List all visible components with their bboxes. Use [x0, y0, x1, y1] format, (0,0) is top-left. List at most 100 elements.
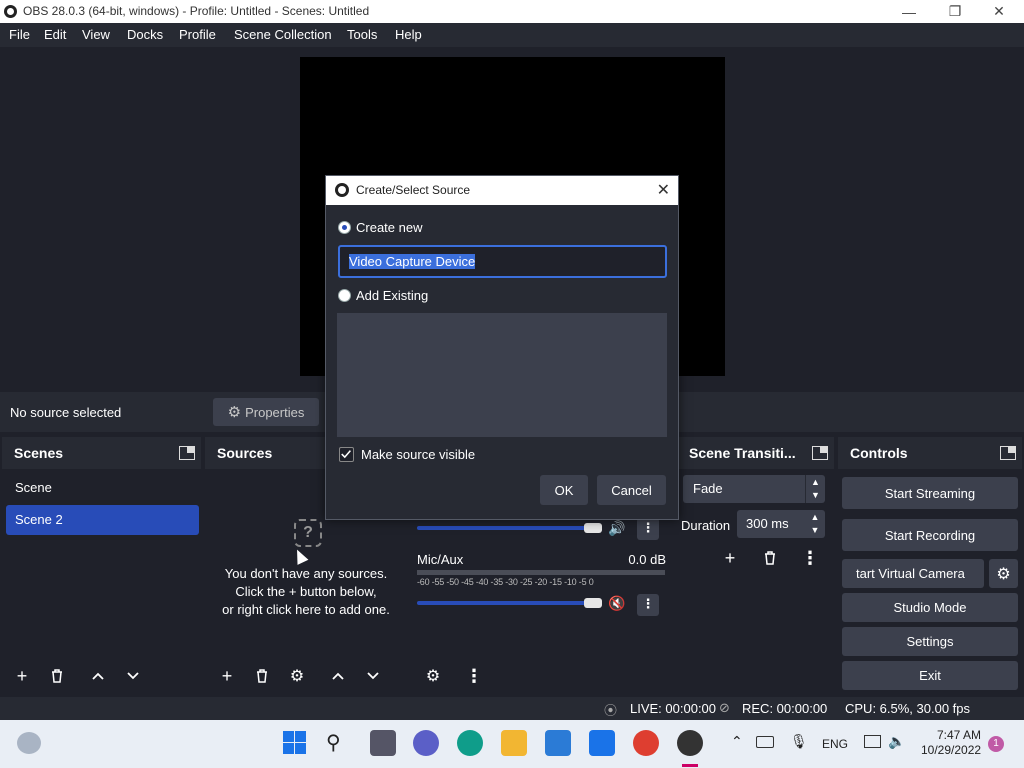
remove-transition-button[interactable]	[755, 545, 785, 571]
start-recording-button[interactable]: Start Recording	[842, 519, 1018, 551]
start-virtual-camera-button[interactable]: tart Virtual Camera	[842, 559, 984, 588]
existing-sources-list[interactable]	[337, 313, 667, 437]
close-window-button[interactable]: ✕	[976, 0, 1022, 23]
windows-start-icon[interactable]	[282, 730, 308, 756]
menu-help[interactable]: Help	[395, 27, 422, 42]
volume-icon[interactable]: 🔈	[888, 733, 905, 750]
properties-button[interactable]: ⚙ Properties	[213, 398, 319, 426]
make-visible-label: Make source visible	[361, 447, 476, 462]
source-properties-button[interactable]: ⚙	[282, 663, 312, 689]
move-source-up-button[interactable]	[323, 663, 353, 689]
mixer-channel-db: 0.0 dB	[628, 552, 666, 567]
task-view-icon[interactable]	[370, 730, 396, 756]
scene-item-selected[interactable]: Scene 2	[6, 505, 199, 535]
chevron-up-icon	[92, 672, 104, 680]
remove-source-button[interactable]	[247, 663, 277, 689]
clock-date: 10/29/2022	[921, 743, 982, 757]
muted-speaker-icon[interactable]: 🔇	[608, 595, 625, 612]
create-new-radio[interactable]	[338, 221, 351, 234]
menu-bar: File Edit View Docks Profile Scene Colle…	[0, 23, 1024, 47]
window-titlebar: OBS 28.0.3 (64-bit, windows) - Profile: …	[0, 0, 1024, 23]
exit-button[interactable]: Exit	[842, 661, 1018, 690]
undock-icon[interactable]	[812, 446, 828, 460]
move-scene-down-button[interactable]	[118, 663, 148, 689]
question-icon: ?	[294, 519, 322, 547]
mic-volume-slider[interactable]	[417, 601, 597, 605]
desktop-audio-volume-slider[interactable]	[417, 526, 597, 530]
settings-button[interactable]: Settings	[842, 627, 1018, 656]
gear-icon: ⚙	[289, 668, 305, 685]
chevron-down-icon	[367, 672, 379, 680]
add-existing-radio[interactable]	[338, 289, 351, 302]
studio-mode-button[interactable]: Studio Mode	[842, 593, 1018, 622]
menu-edit[interactable]: Edit	[44, 27, 66, 42]
transition-select[interactable]: Fade ▲ ▼	[683, 475, 825, 503]
menu-file[interactable]: File	[9, 27, 30, 42]
spin-icon: ▲ ▼	[810, 512, 820, 535]
maximize-button[interactable]: ❐	[932, 0, 978, 23]
add-transition-button[interactable]: +	[715, 545, 745, 571]
checkmark-icon	[341, 450, 351, 459]
add-scene-button[interactable]: +	[7, 663, 37, 689]
make-visible-checkbox[interactable]	[339, 447, 354, 462]
notification-badge[interactable]: 1	[988, 736, 1004, 752]
start-streaming-button[interactable]: Start Streaming	[842, 477, 1018, 509]
source-name-input[interactable]: Video Capture Device	[338, 245, 667, 278]
duration-input[interactable]: 300 ms ▲ ▼	[737, 510, 825, 538]
undock-icon[interactable]	[1000, 446, 1016, 460]
chevron-down-icon	[127, 672, 139, 680]
move-source-down-button[interactable]	[358, 663, 388, 689]
gears-icon: ⚙	[425, 668, 441, 685]
search-icon[interactable]: ⚲	[326, 730, 341, 755]
clock-time: 7:47 AM	[936, 728, 981, 742]
network-icon[interactable]	[864, 735, 881, 748]
edge-icon[interactable]	[457, 730, 483, 756]
duration-label: Duration	[681, 518, 731, 533]
ok-button[interactable]: OK	[540, 475, 588, 505]
chrome-icon[interactable]	[633, 730, 659, 756]
kebab-menu-icon: ⋮	[801, 547, 819, 568]
menu-scene-collection[interactable]: Scene Collection	[234, 27, 332, 42]
taskbar: ⚲ ⌃ 🎙 ENG 🔈 7:47 AM 10/29/2022 1	[0, 720, 1024, 768]
menu-profile[interactable]: Profile	[179, 27, 216, 42]
updown-icon: ▲ ▼	[805, 475, 825, 503]
keyboard-icon[interactable]	[756, 736, 774, 748]
kebab-menu-icon[interactable]: ⋮	[637, 518, 659, 540]
slider-knob[interactable]	[584, 523, 602, 533]
advanced-audio-button[interactable]: ⚙	[418, 663, 448, 689]
empty-line-3: or right click here to add one.	[222, 602, 390, 617]
remove-scene-button[interactable]	[42, 663, 72, 689]
dialog-close-icon[interactable]: ✕	[657, 180, 670, 200]
clock[interactable]: 7:47 AM 10/29/2022	[921, 728, 981, 758]
virtual-camera-settings-button[interactable]: ⚙	[989, 559, 1018, 588]
weather-icon[interactable]	[17, 732, 41, 754]
mail-icon[interactable]	[589, 730, 615, 756]
microphone-icon[interactable]: 🎙	[790, 733, 808, 750]
speaker-icon[interactable]: 🔊	[608, 520, 625, 537]
menu-tools[interactable]: Tools	[347, 27, 377, 42]
add-source-button[interactable]: +	[212, 663, 242, 689]
transitions-dock-title: Scene Transiti...	[689, 445, 796, 461]
live-icon: ⦿	[604, 703, 618, 718]
undock-icon[interactable]	[179, 446, 195, 460]
chat-icon[interactable]	[413, 730, 439, 756]
scene-item[interactable]: Scene	[6, 473, 199, 503]
cancel-button[interactable]: Cancel	[597, 475, 666, 505]
mixer-menu-button[interactable]: ⋮	[459, 663, 489, 689]
dialog-titlebar: Create/Select Source ✕	[326, 176, 678, 205]
file-explorer-icon[interactable]	[501, 730, 527, 756]
input-language[interactable]: ENG	[822, 737, 848, 751]
no-source-label: No source selected	[10, 405, 122, 420]
store-icon[interactable]	[545, 730, 571, 756]
move-scene-up-button[interactable]	[83, 663, 113, 689]
chevron-up-icon[interactable]: ⌃	[731, 733, 743, 750]
menu-docks[interactable]: Docks	[127, 27, 163, 42]
kebab-menu-icon[interactable]: ⋮	[637, 594, 659, 616]
obs-taskbar-icon[interactable]	[677, 730, 703, 756]
transition-menu-button[interactable]: ⋮	[795, 545, 825, 571]
slider-knob[interactable]	[584, 598, 602, 608]
scenes-dock: Scenes Scene Scene 2 +	[2, 437, 201, 695]
menu-view[interactable]: View	[82, 27, 110, 42]
kebab-menu-icon: ⋮	[465, 665, 483, 686]
minimize-button[interactable]: —	[886, 0, 932, 23]
